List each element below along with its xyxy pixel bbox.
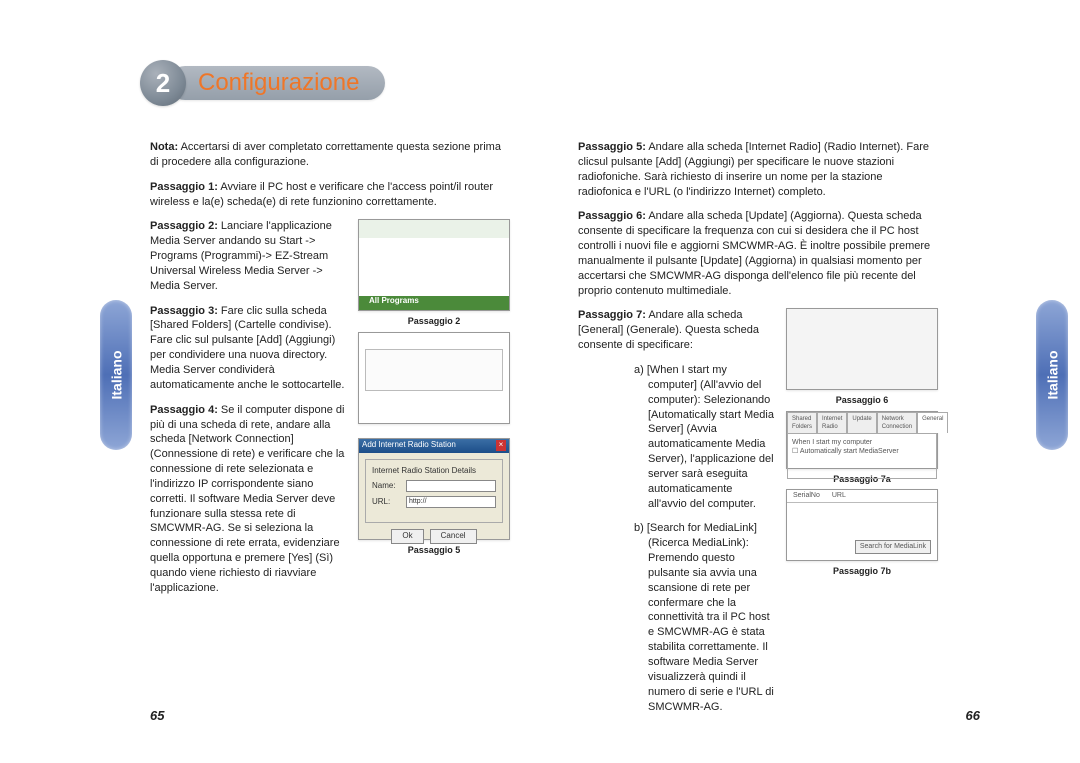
chapter-header: 2 Configurazione [140,60,385,106]
figure-step2 [358,219,510,311]
figure-step2-caption: Passaggio 2 [408,315,461,327]
step7: Passaggio 7: Andare alla scheda [General… [578,308,774,353]
figure-step7a: Shared FoldersInternet RadioUpdateNetwor… [786,411,938,469]
language-tab-right: Italiano [1036,300,1068,450]
close-icon: × [496,440,506,451]
language-tab-left: Italiano [100,300,132,450]
page-number-left: 65 [150,708,164,723]
note: Nota: Nota: Accertarsi di aver completat… [150,140,510,170]
ok-button: Ok [391,529,423,544]
step4: Passaggio 4: Se il computer dispone di p… [150,403,346,596]
step1: Passaggio 1: Avviare il PC host e verifi… [150,180,510,210]
step7b: b) [Search for MediaLink] (Ricerca Media… [578,521,774,714]
chapter-title: Configurazione [168,66,385,100]
figure-step6 [786,308,938,390]
figure-step5: Add Internet Radio Station× Internet Rad… [358,438,510,540]
chapter-number: 2 [140,60,186,106]
page-number-right: 66 [966,708,980,723]
figure-shared-folders [358,332,510,424]
figure-step7b-caption: Passaggio 7b [833,565,891,577]
cancel-button: Cancel [430,529,477,544]
step3: Passaggio 3: Fare clic sulla scheda [Sha… [150,304,346,393]
search-medialink-button: Search for MediaLink [855,540,931,553]
step5: Passaggio 5: Andare alla scheda [Interne… [578,140,938,199]
step6: Passaggio 6: Andare alla scheda [Update]… [578,209,938,298]
step7a: a) [When I start my computer] (All'avvio… [578,363,774,511]
figure-step6-caption: Passaggio 6 [836,394,889,406]
figure-step7b: SerialNoURL Search for MediaLink [786,489,938,561]
step2: Passaggio 2: Lanciare l'applicazione Med… [150,219,346,293]
